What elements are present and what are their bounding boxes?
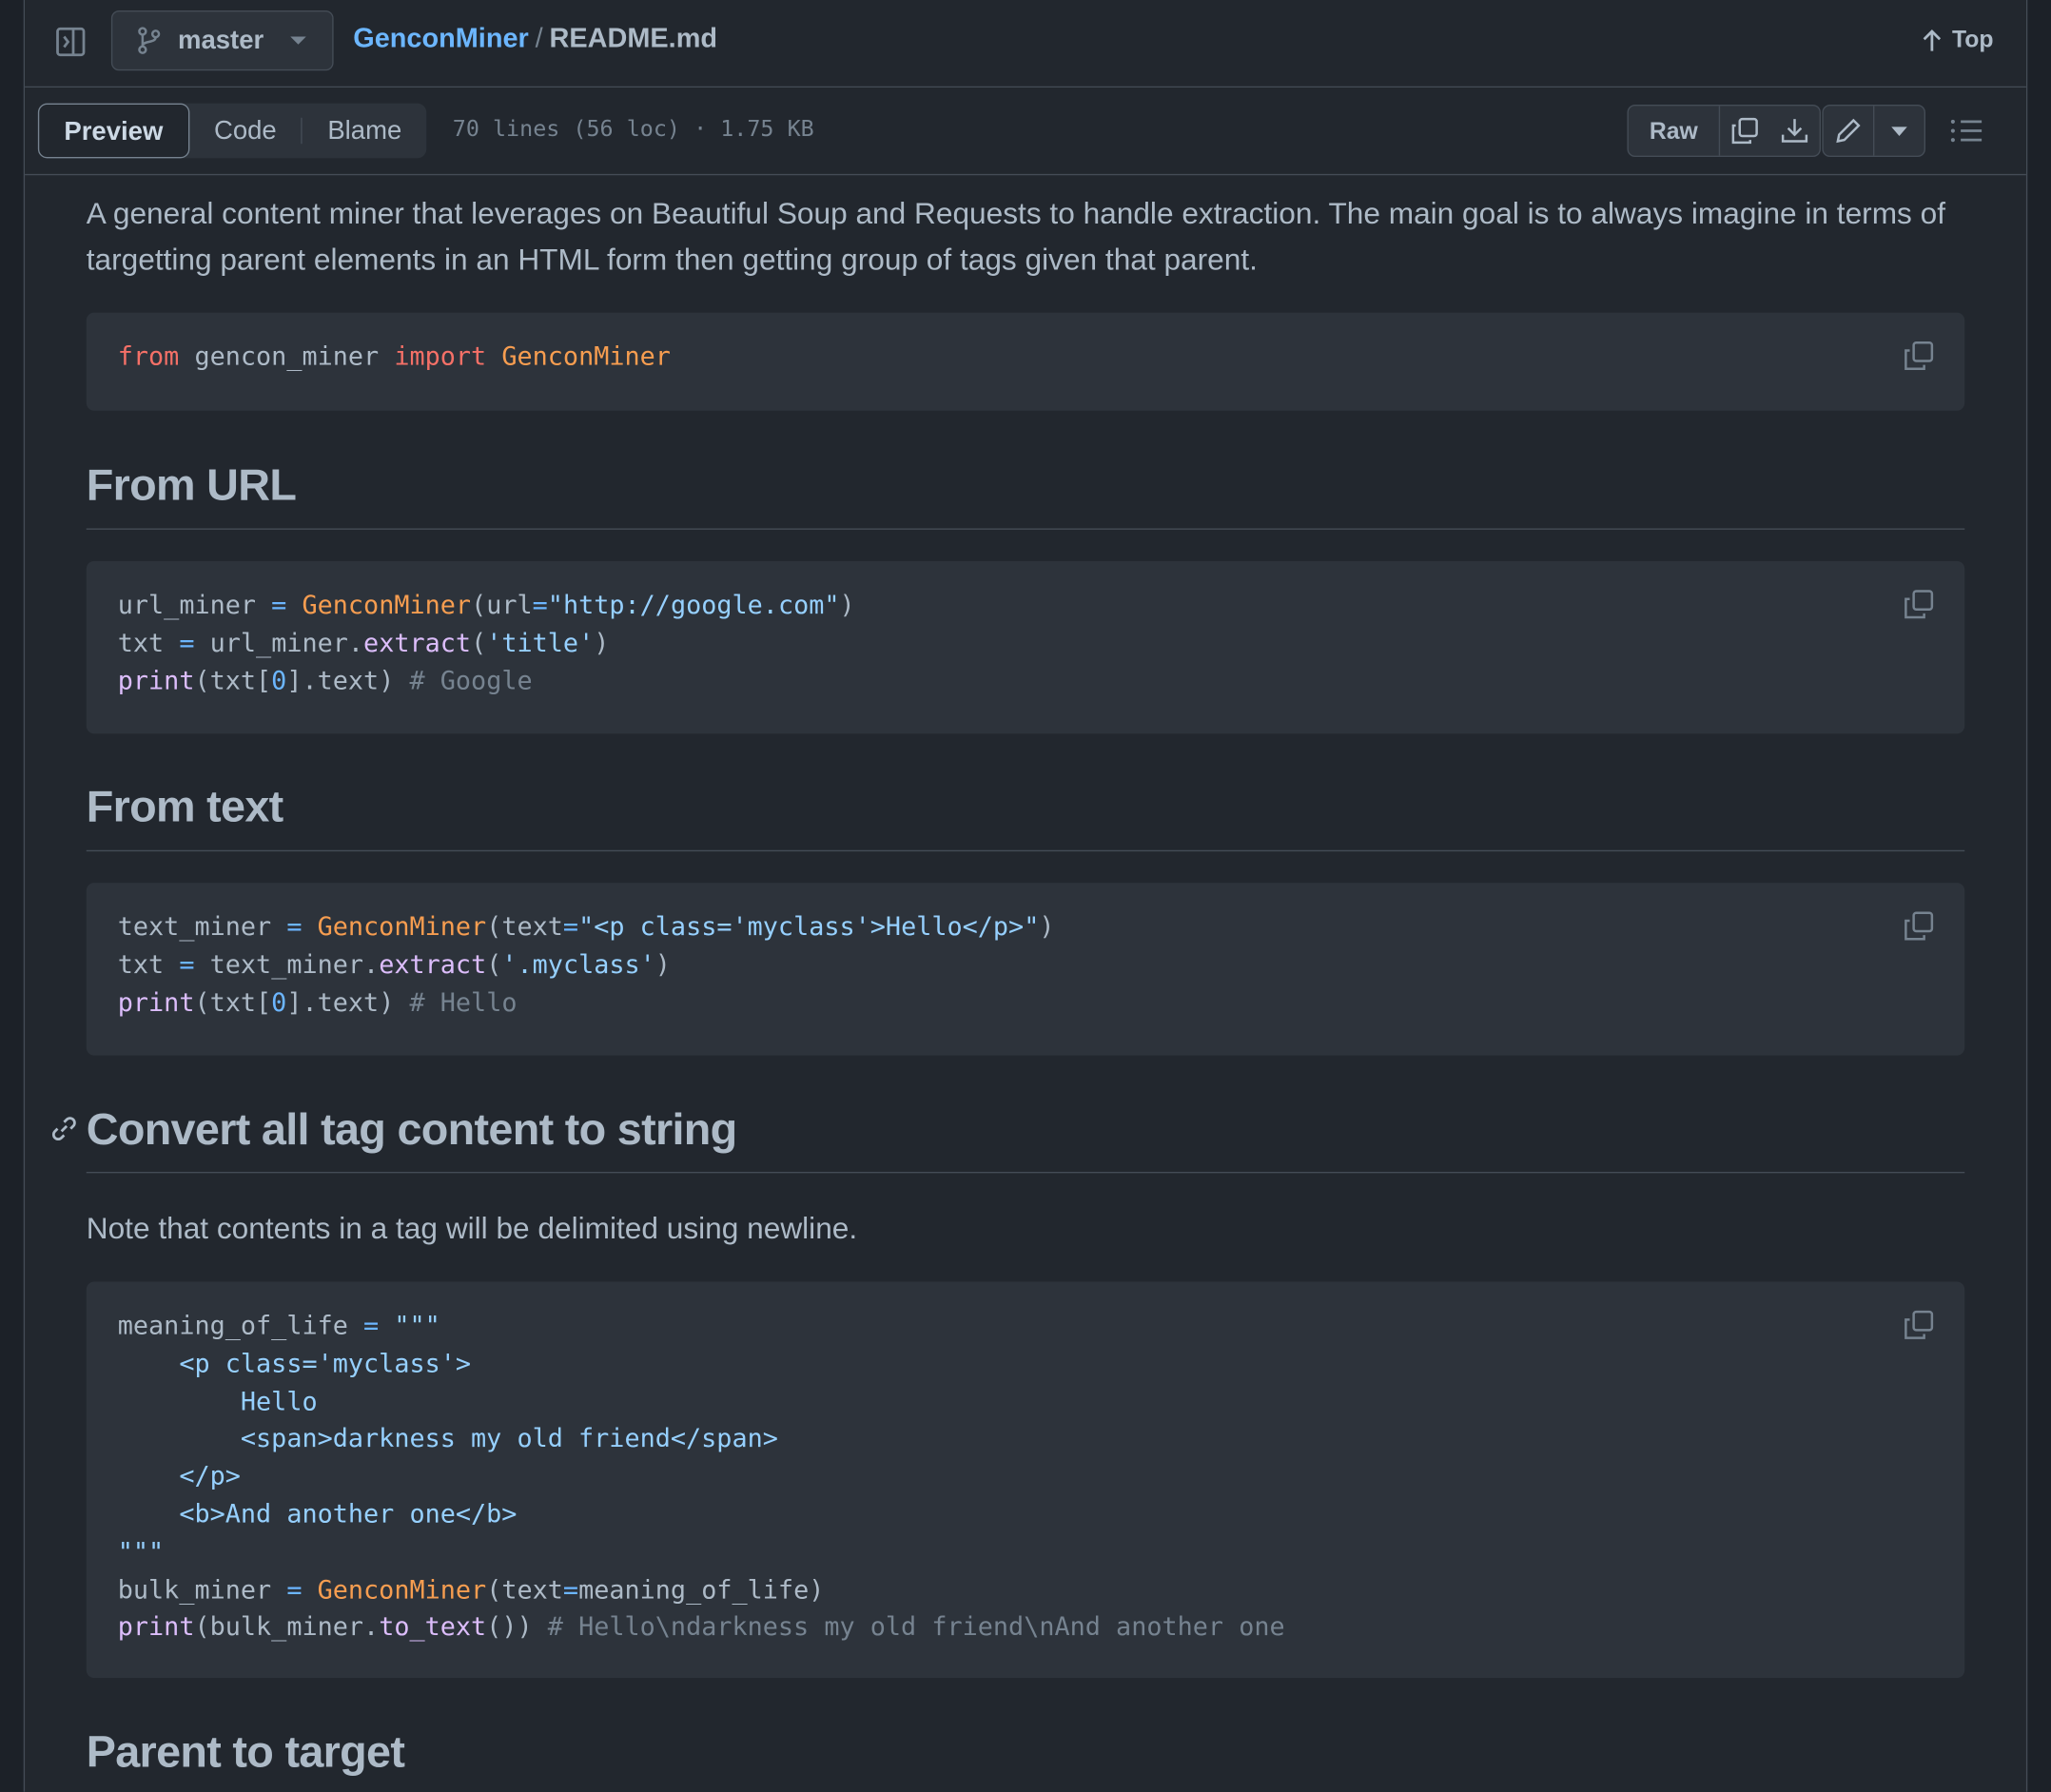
heading-convert: Convert all tag content to string	[86, 1104, 737, 1156]
tab-preview[interactable]: Preview	[37, 103, 189, 159]
file-name: README.md	[549, 23, 718, 54]
code-text: url_miner = GenconMiner(url="http://goog…	[117, 590, 855, 695]
code-text: meaning_of_life = """ <p class='myclass'…	[117, 1310, 1285, 1643]
triangle-down-icon	[1891, 126, 1907, 136]
copy-icon[interactable]	[1902, 1308, 1936, 1342]
edit-dropdown-button[interactable]	[1874, 106, 1924, 155]
code-text: from gencon_miner import GenconMiner	[117, 341, 671, 372]
link-icon[interactable]	[49, 1113, 80, 1144]
code-block-url: url_miner = GenconMiner(url="http://goog…	[86, 560, 1965, 734]
heading-divider	[86, 1172, 1965, 1174]
code-block-text: text_miner = GenconMiner(text="<p class=…	[86, 883, 1965, 1056]
raw-button-group: Raw	[1627, 105, 1822, 157]
top-label: Top	[1951, 26, 1994, 53]
repo-link[interactable]: GenconMiner	[353, 24, 529, 54]
file-meta: 70 lines (56 loc) · 1.75 KB	[452, 116, 814, 143]
edit-button-group	[1822, 105, 1925, 157]
note-paragraph: Note that contents in a tag will be deli…	[86, 1211, 858, 1245]
download-icon	[1781, 119, 1808, 143]
copy-icon	[1731, 117, 1758, 145]
copy-icon[interactable]	[1902, 587, 1936, 621]
heading-divider	[86, 849, 1965, 852]
heading-parent-to-target: Parent to target	[86, 1727, 405, 1778]
git-branch-icon	[138, 27, 161, 54]
right-frame	[2025, 0, 2051, 1792]
sidebar-toggle-icon[interactable]	[53, 25, 88, 59]
view-mode-tabs: Preview Code Blame	[37, 103, 427, 159]
download-button[interactable]	[1769, 106, 1819, 155]
copy-raw-button[interactable]	[1720, 106, 1769, 155]
file-header: master GenconMiner / README.md Top	[25, 0, 2026, 88]
heading-from-text: From text	[86, 782, 284, 832]
code-text: text_miner = GenconMiner(text="<p class=…	[117, 911, 1055, 1018]
code-block-bulk: meaning_of_life = """ <p class='myclass'…	[86, 1281, 1965, 1679]
breadcrumb-separator: /	[535, 23, 543, 54]
branch-name: master	[178, 25, 264, 55]
copy-icon[interactable]	[1902, 339, 1936, 373]
list-unordered-icon[interactable]	[1947, 112, 1986, 149]
file-toolbar: Preview Code Blame 70 lines (56 loc) · 1…	[25, 88, 2026, 176]
edit-button[interactable]	[1824, 106, 1873, 155]
top-button[interactable]: Top	[1921, 27, 1994, 54]
heading-from-url: From URL	[86, 460, 297, 511]
raw-button[interactable]: Raw	[1629, 106, 1719, 155]
breadcrumb: GenconMiner / README.md	[353, 24, 717, 55]
chevron-down-icon	[290, 36, 306, 45]
tab-blame[interactable]: Blame	[303, 104, 426, 159]
copy-icon[interactable]	[1902, 909, 1936, 944]
left-frame	[0, 0, 26, 1792]
code-block-import: from gencon_miner import GenconMiner	[86, 312, 1965, 411]
arrow-up-icon	[1924, 29, 1942, 50]
tab-code[interactable]: Code	[189, 104, 302, 159]
branch-selector-button[interactable]: master	[110, 10, 334, 71]
heading-divider	[86, 528, 1965, 530]
intro-paragraph: A general content miner that leverages o…	[86, 196, 1946, 277]
pencil-icon	[1836, 118, 1861, 144]
